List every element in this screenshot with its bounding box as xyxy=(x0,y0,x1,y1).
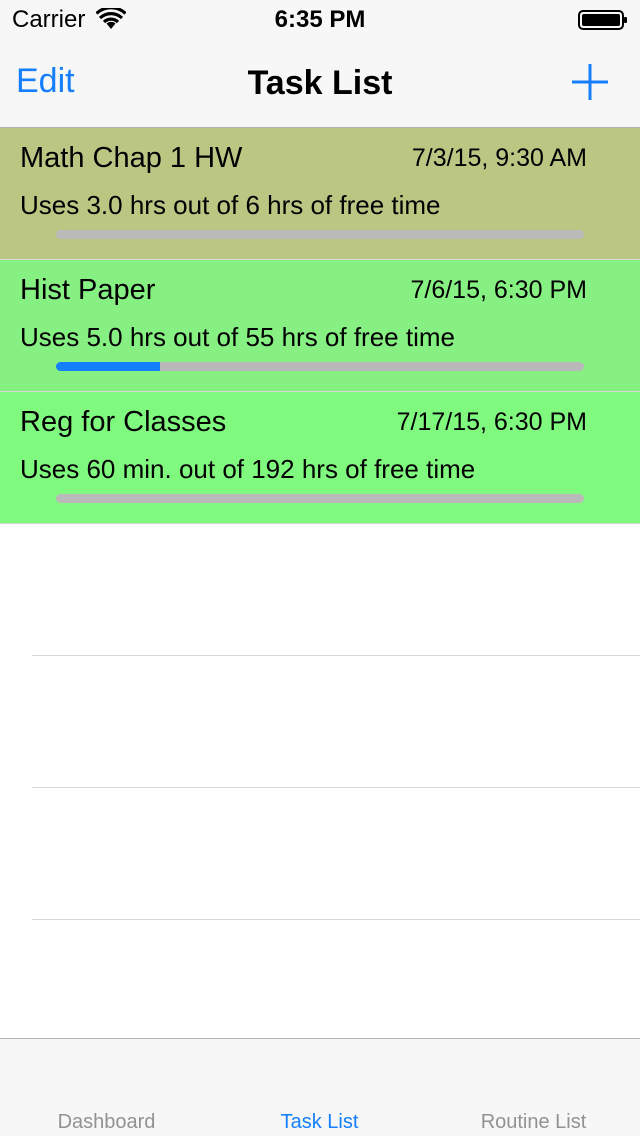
tab-routine-list[interactable]: Routine List xyxy=(427,1111,640,1134)
task-date: 7/6/15, 6:30 PM xyxy=(410,276,587,304)
tab-bar: Dashboard Task List Routine List xyxy=(0,1038,640,1136)
status-time: 6:35 PM xyxy=(274,6,366,33)
empty-row xyxy=(32,524,640,656)
progress-bar xyxy=(56,230,584,239)
status-bar: Carrier 6:35 PM xyxy=(0,0,640,40)
progress-bar xyxy=(56,362,584,371)
header: Carrier 6:35 PM Edit Task List xyxy=(0,0,640,128)
task-date: 7/3/15, 9:30 AM xyxy=(411,144,587,172)
progress-fill xyxy=(56,362,161,371)
nav-bar: Edit Task List xyxy=(0,40,640,128)
task-row-hist[interactable]: Hist Paper 7/6/15, 6:30 PM Uses 5.0 hrs … xyxy=(0,260,640,392)
task-date: 7/17/15, 6:30 PM xyxy=(396,408,587,436)
task-usage: Uses 3.0 hrs out of 6 hrs of free time xyxy=(20,190,441,220)
page-title: Task List xyxy=(247,64,393,102)
progress-bar xyxy=(56,494,584,503)
battery-icon xyxy=(578,10,627,30)
plus-icon[interactable] xyxy=(568,60,612,104)
task-name: Reg for Classes xyxy=(20,406,227,438)
task-usage: Uses 5.0 hrs out of 55 hrs of free time xyxy=(20,322,455,352)
task-row-math[interactable]: Math Chap 1 HW 7/3/15, 9:30 AM Uses 3.0 … xyxy=(0,128,640,260)
tab-task-list[interactable]: Task List xyxy=(213,1111,426,1134)
tab-dashboard[interactable]: Dashboard xyxy=(0,1111,213,1134)
task-name: Math Chap 1 HW xyxy=(20,142,243,174)
task-list: Math Chap 1 HW 7/3/15, 9:30 AM Uses 3.0 … xyxy=(0,128,640,1038)
task-usage: Uses 60 min. out of 192 hrs of free time xyxy=(20,454,476,484)
task-row-reg[interactable]: Reg for Classes 7/17/15, 6:30 PM Uses 60… xyxy=(0,392,640,524)
task-name: Hist Paper xyxy=(20,274,156,306)
empty-row xyxy=(32,788,640,920)
empty-row xyxy=(32,656,640,788)
